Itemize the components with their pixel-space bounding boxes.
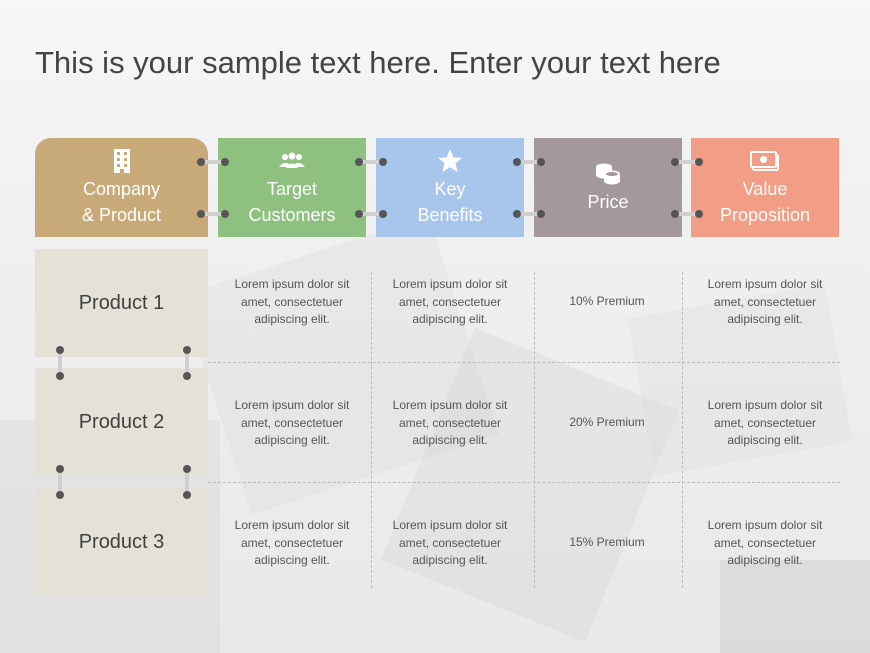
binder-ring [197, 209, 229, 219]
target-customers-cell: Lorem ipsum dolor sit amet, consectetuer… [234, 518, 350, 567]
binder-ring [55, 346, 65, 380]
product-card: Product 3 [35, 488, 208, 596]
binder-ring [513, 209, 545, 219]
binder-ring [182, 346, 192, 380]
header-label-line2: Customers [248, 205, 336, 225]
row-divider [208, 482, 840, 483]
header-label-line1: Target [266, 179, 318, 199]
key-benefits-cell: Lorem ipsum dolor sit amet, consectetuer… [392, 518, 508, 567]
header-label-line1: Value [742, 179, 788, 199]
value-proposition-cell: Lorem ipsum dolor sit amet, consectetuer… [707, 518, 823, 567]
price-cell: 15% Premium [569, 535, 645, 549]
header-label-line2: & Product [81, 205, 162, 225]
header-label-line1: Price [587, 192, 629, 212]
binder-ring [182, 465, 192, 499]
building-icon [113, 147, 131, 175]
target-customers-cell: Lorem ipsum dolor sit amet, consectetuer… [234, 398, 350, 447]
star-icon [437, 147, 463, 175]
product-card: Product 1 [35, 249, 208, 357]
binder-ring [55, 465, 65, 499]
header-label-line2: Proposition [719, 205, 811, 225]
binder-ring [671, 157, 703, 167]
header-value-proposition: Value Proposition [691, 138, 839, 237]
binder-ring [355, 157, 387, 167]
coins-icon [594, 160, 622, 188]
product-card: Product 2 [35, 368, 208, 476]
key-benefits-cell: Lorem ipsum dolor sit amet, consectetuer… [392, 398, 508, 447]
slide-title: This is your sample text here. Enter you… [35, 45, 721, 80]
row-divider [208, 362, 840, 363]
binder-ring [671, 209, 703, 219]
header-target-customers: Target Customers [218, 138, 366, 237]
binder-ring [197, 157, 229, 167]
value-proposition-cell: Lorem ipsum dolor sit amet, consectetuer… [707, 277, 823, 326]
header-price: Price [534, 138, 682, 237]
price-cell: 10% Premium [569, 294, 645, 308]
header-label-line2: Benefits [417, 205, 483, 225]
people-icon [277, 147, 307, 175]
value-proposition-cell: Lorem ipsum dolor sit amet, consectetuer… [707, 398, 823, 447]
header-company-product: Company & Product [35, 138, 208, 237]
target-customers-cell: Lorem ipsum dolor sit amet, consectetuer… [234, 277, 350, 326]
binder-ring [513, 157, 545, 167]
price-cell: 20% Premium [569, 415, 645, 429]
binder-ring [355, 209, 387, 219]
money-icon [750, 147, 780, 175]
key-benefits-cell: Lorem ipsum dolor sit amet, consectetuer… [392, 277, 508, 326]
header-label-line1: Company [82, 179, 161, 199]
header-label-line1: Key [434, 179, 466, 199]
header-key-benefits: Key Benefits [376, 138, 524, 237]
